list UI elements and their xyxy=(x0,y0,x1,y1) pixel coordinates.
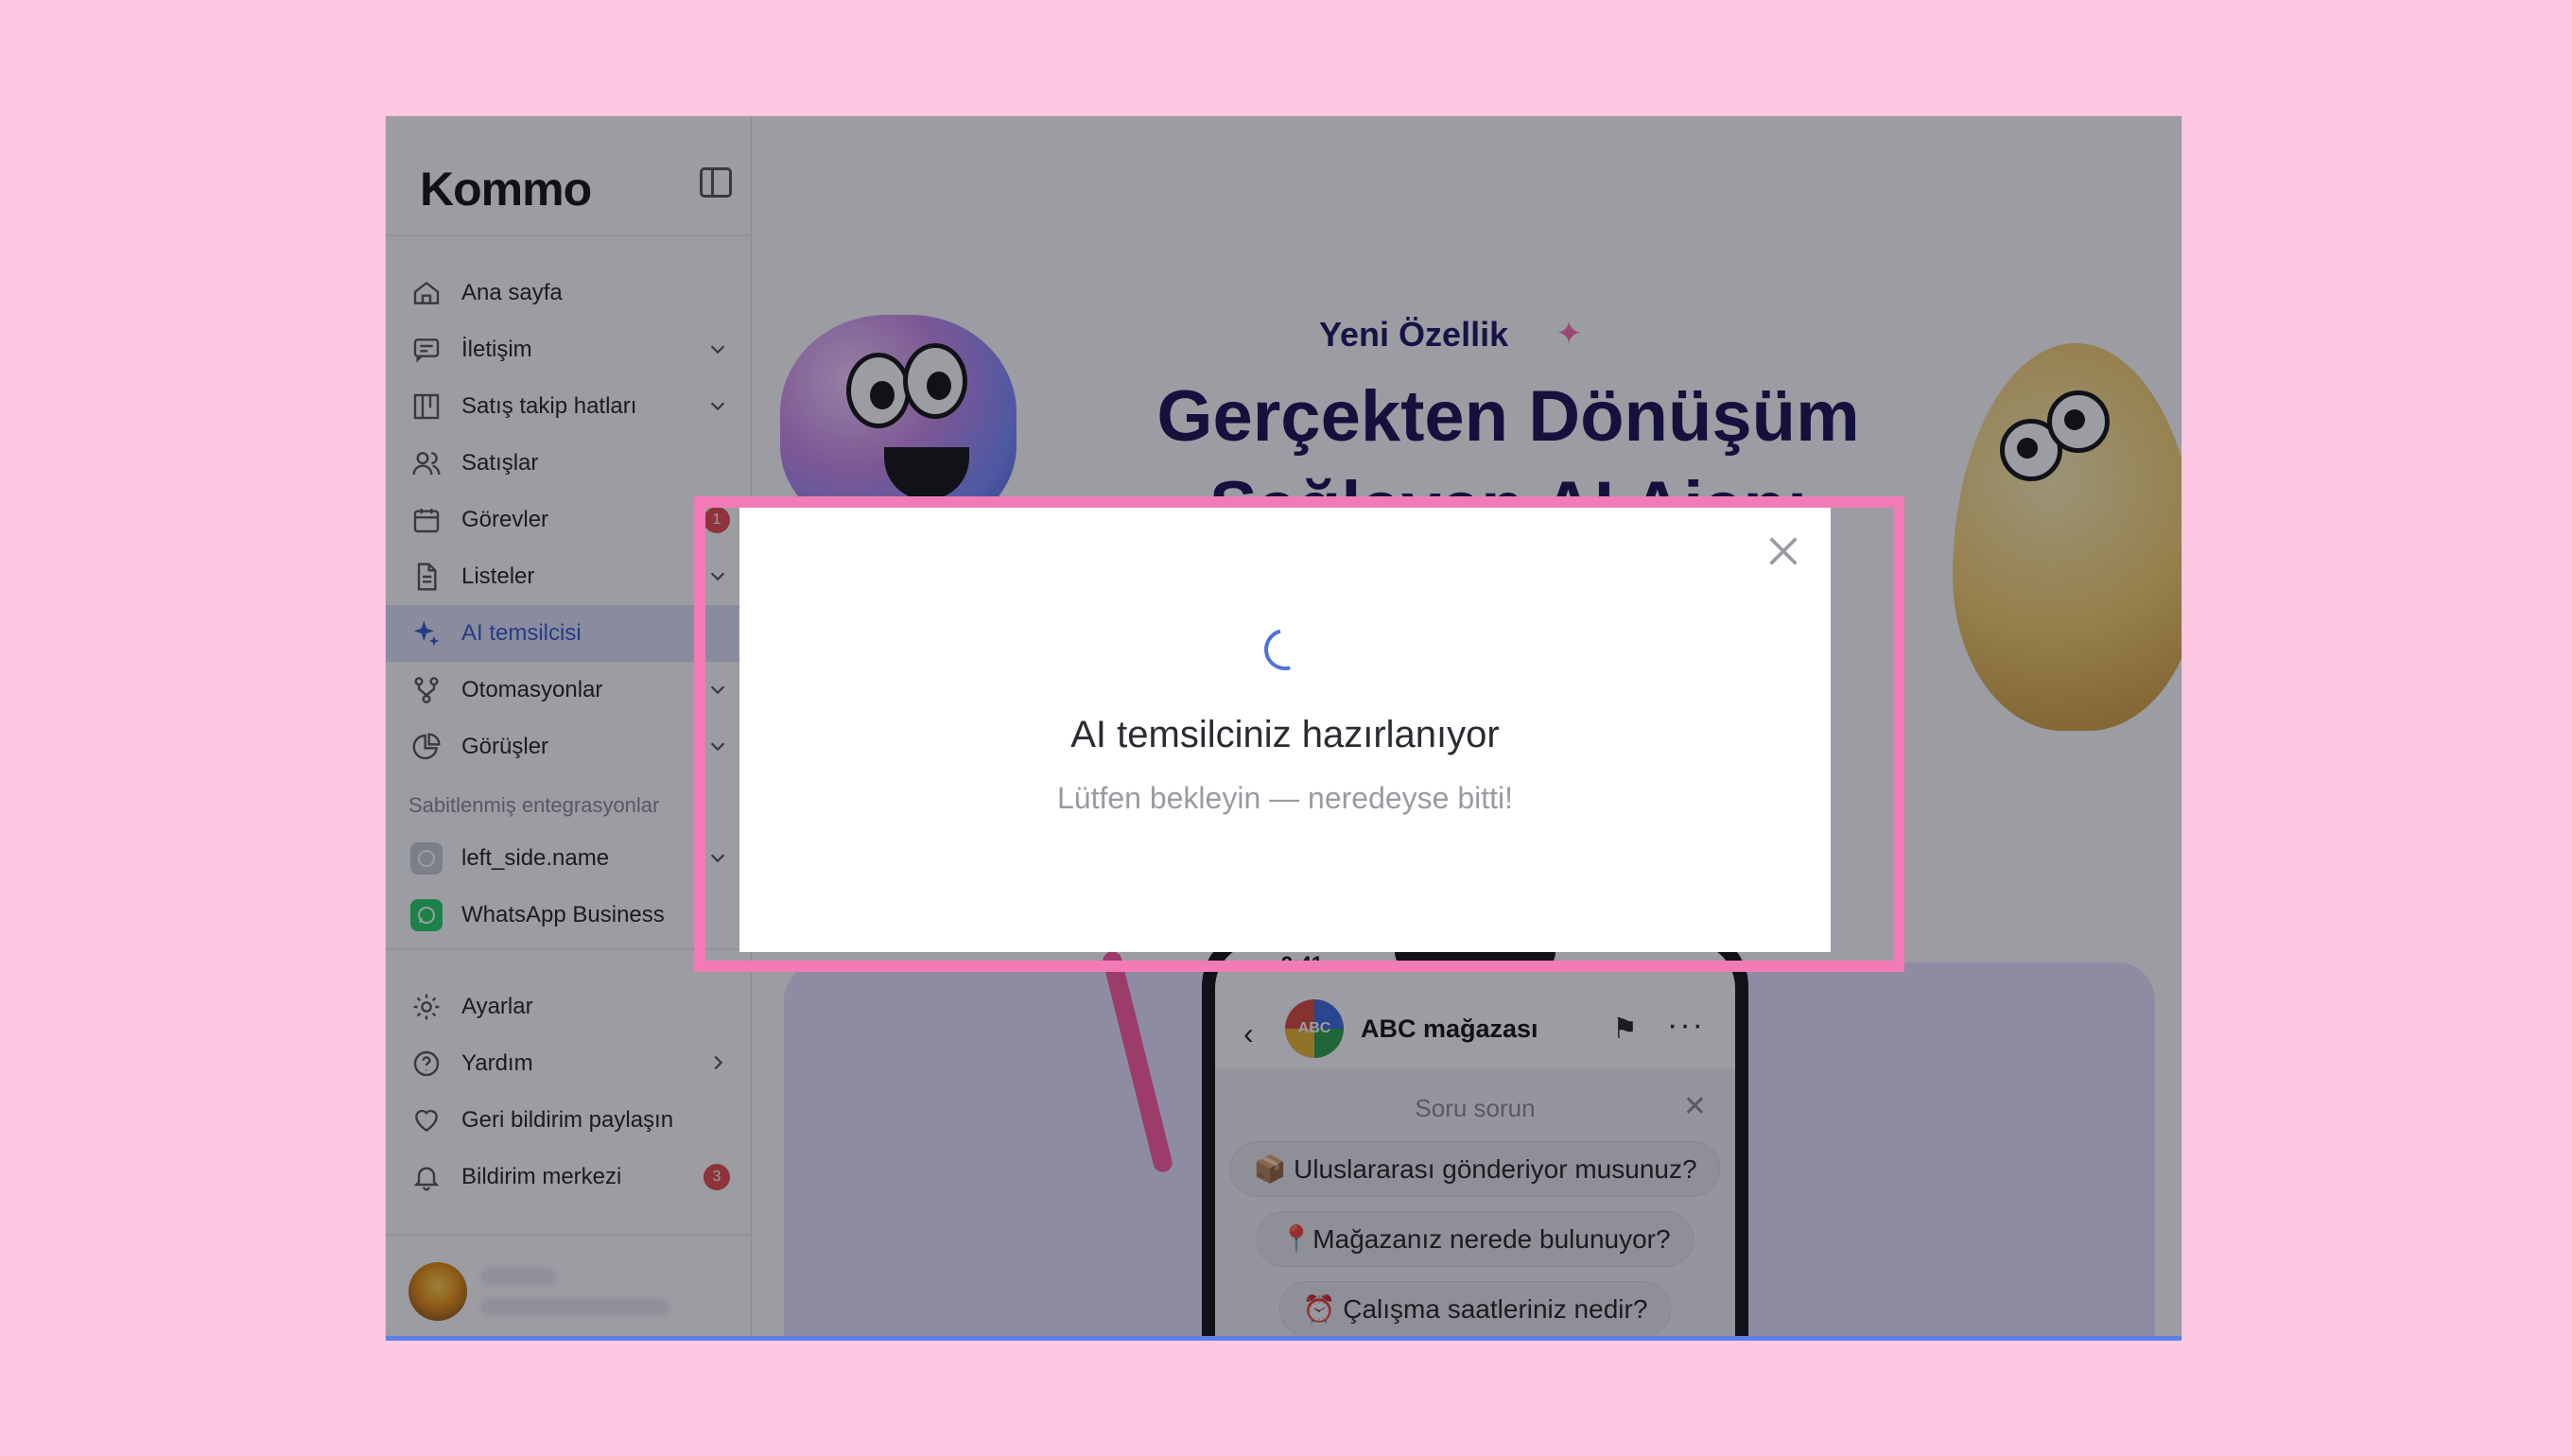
modal-title: AI temsilciniz hazırlanıyor xyxy=(1070,714,1500,755)
modal-subtitle: Lütfen bekleyin — neredeyse bitti! xyxy=(1056,781,1514,815)
loading-modal: AI temsilciniz hazırlanıyor Lütfen bekle… xyxy=(739,508,1831,952)
window-bottom-border xyxy=(386,1336,2181,1341)
close-icon[interactable] xyxy=(1764,532,1802,570)
loading-spinner-icon xyxy=(1256,620,1314,679)
